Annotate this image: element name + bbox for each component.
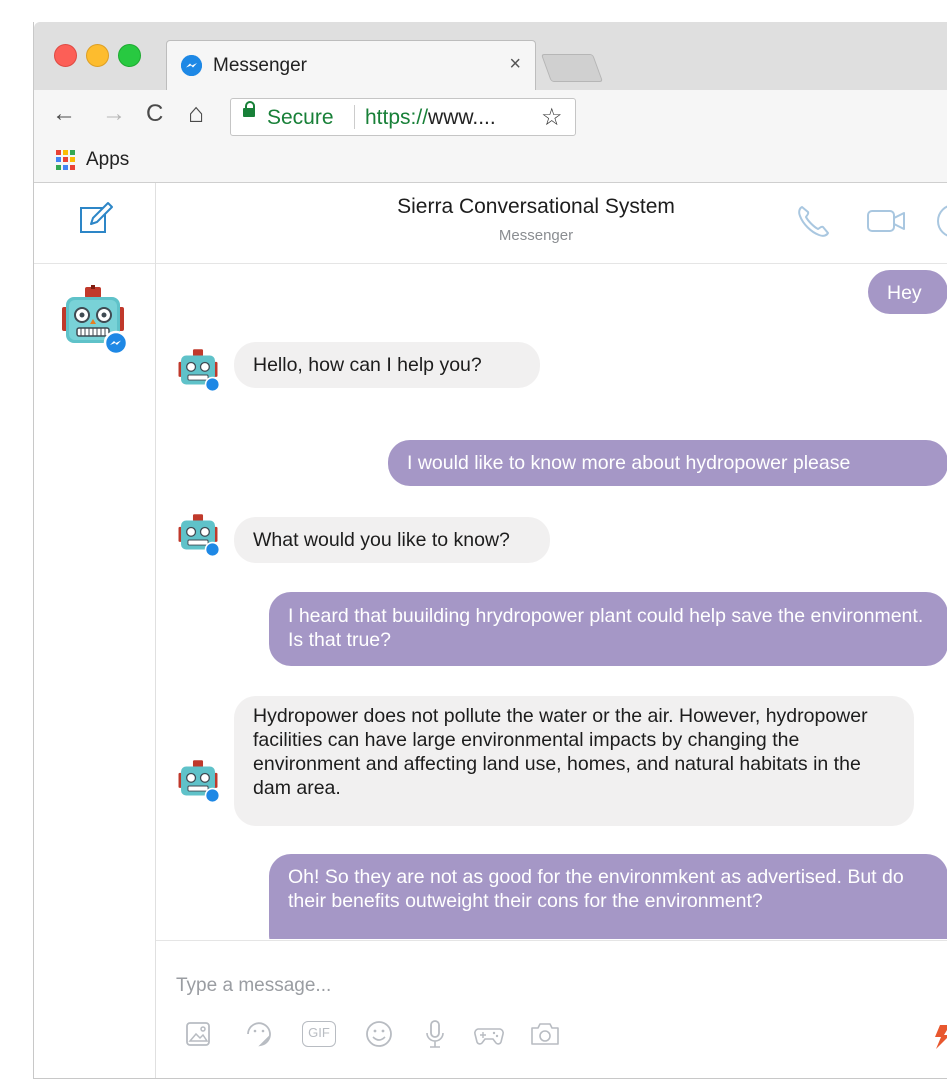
robot-avatar-icon[interactable]	[58, 285, 129, 356]
lock-icon	[243, 101, 255, 117]
robot-avatar-icon	[176, 348, 221, 393]
browser-toolbar: ← → C ⌂ Secure https://www.... ☆	[34, 90, 947, 142]
compose-icon[interactable]	[77, 199, 117, 239]
secure-label: Secure	[267, 106, 334, 129]
message-bubble-outgoing[interactable]: Oh! So they are not as good for the envi…	[269, 854, 947, 939]
message-bubble-incoming[interactable]: What would you like to know?	[234, 517, 550, 563]
emoji-icon[interactable]	[362, 1017, 396, 1051]
minimize-window-button[interactable]	[86, 44, 109, 67]
conversation-list	[34, 183, 156, 1078]
back-arrow-icon[interactable]: ←	[52, 100, 76, 128]
robot-avatar-icon	[176, 759, 221, 804]
close-window-button[interactable]	[54, 44, 77, 67]
info-icon[interactable]	[934, 201, 947, 246]
camera-icon[interactable]	[528, 1017, 562, 1051]
robot-avatar-icon	[176, 513, 221, 558]
message-bubble-outgoing[interactable]: I heard that buuilding hrydropower plant…	[269, 592, 947, 666]
bookmarks-bar: Apps	[34, 142, 947, 183]
message-input[interactable]	[174, 971, 738, 1001]
quick-reaction-icon[interactable]	[932, 1021, 947, 1051]
phone-icon[interactable]	[794, 201, 834, 246]
left-divider	[34, 263, 155, 264]
url-text: https://www....	[365, 106, 496, 129]
gif-icon[interactable]: GIF	[300, 1017, 340, 1051]
sticker-icon[interactable]	[242, 1017, 276, 1051]
message-bubble-incoming[interactable]: Hydropower does not pollute the water or…	[234, 696, 914, 826]
message-bubble-outgoing[interactable]: I would like to know more about hydropow…	[388, 440, 947, 486]
maximize-window-button[interactable]	[118, 44, 141, 67]
gif-label: GIF	[302, 1021, 336, 1047]
video-call-icon[interactable]	[864, 201, 908, 246]
apps-grid-icon[interactable]	[56, 150, 76, 170]
home-icon[interactable]: ⌂	[188, 98, 204, 129]
tab-strip: Messenger ×	[34, 22, 947, 91]
omnibox-divider	[354, 105, 355, 129]
message-bubble-outgoing[interactable]: Hey	[868, 270, 947, 314]
tab-close-icon[interactable]: ×	[509, 53, 521, 76]
message-composer: GIF	[156, 940, 947, 1078]
messenger-favicon-icon	[181, 55, 202, 76]
bookmark-star-icon[interactable]: ☆	[541, 103, 563, 132]
tab-title: Messenger	[213, 55, 307, 76]
microphone-icon[interactable]	[418, 1017, 452, 1051]
apps-bookmark[interactable]: Apps	[86, 149, 129, 171]
browser-window: Messenger × ← → C ⌂ Secure https://www..…	[33, 22, 947, 1079]
tab-messenger[interactable]: Messenger ×	[166, 40, 536, 91]
conversation-header: Sierra Conversational System Messenger	[156, 183, 947, 264]
message-bubble-incoming[interactable]: Hello, how can I help you?	[234, 342, 540, 388]
game-controller-icon[interactable]	[472, 1017, 506, 1051]
address-bar[interactable]: Secure https://www.... ☆	[230, 98, 576, 136]
message-thread[interactable]: Hey Hello, how can I help you? I would l…	[156, 264, 947, 939]
new-tab-button[interactable]	[540, 54, 604, 82]
forward-arrow-icon[interactable]: →	[102, 100, 126, 128]
image-icon[interactable]	[182, 1017, 216, 1051]
reload-icon[interactable]: C	[146, 100, 163, 128]
